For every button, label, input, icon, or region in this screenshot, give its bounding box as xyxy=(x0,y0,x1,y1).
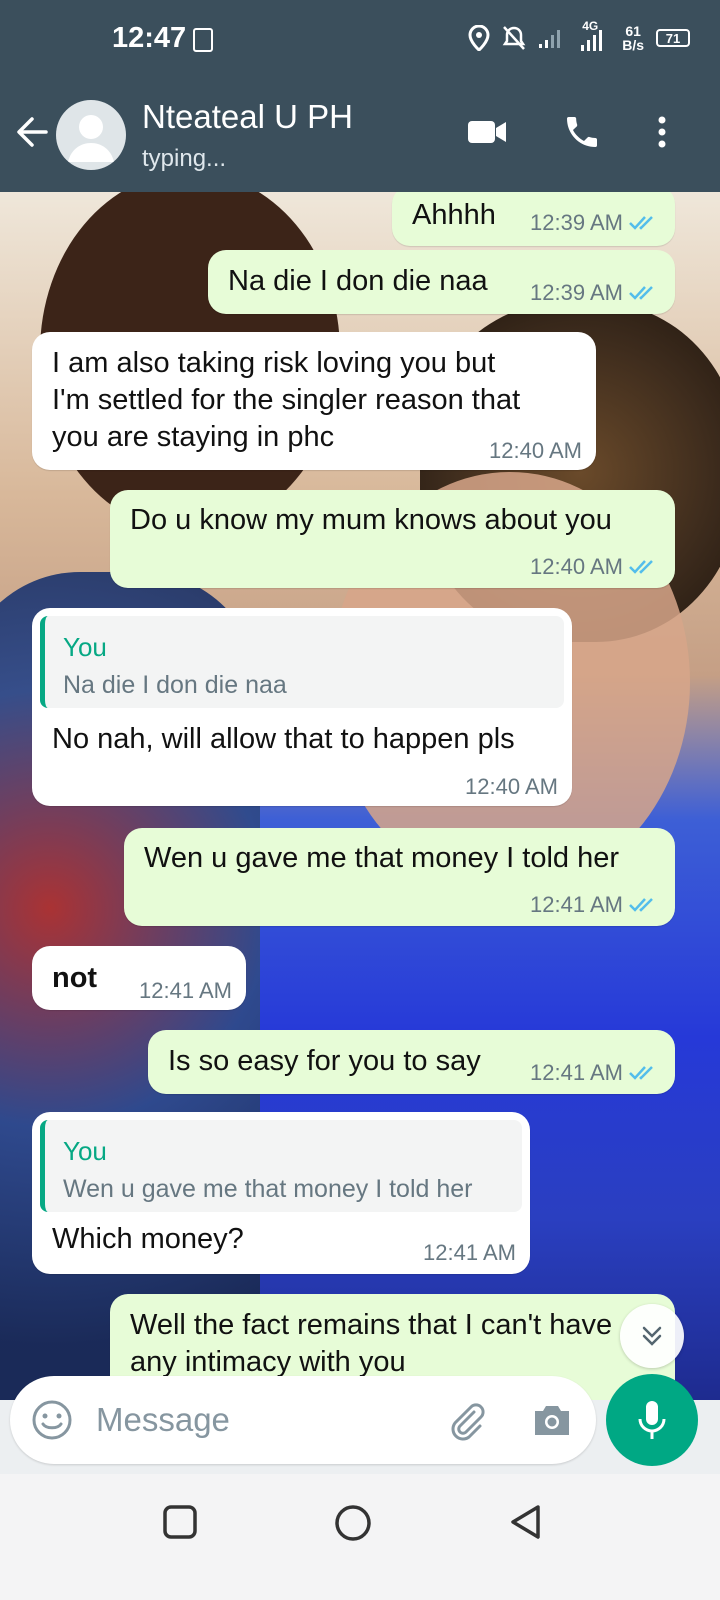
quote-author: You xyxy=(63,632,107,662)
message-bubble-incoming[interactable]: not 12:41 AM xyxy=(32,946,246,1010)
home-circle-icon[interactable] xyxy=(334,1504,372,1542)
double-check-icon xyxy=(629,216,653,230)
message-bubble-outgoing[interactable]: Is so easy for you to say 12:41 AM xyxy=(148,1030,675,1094)
mute-bell-icon xyxy=(502,26,526,50)
message-time: 12:40 AM xyxy=(530,554,623,579)
message-line: Well the fact remains that I can't have xyxy=(130,1309,613,1341)
microphone-icon xyxy=(638,1401,666,1439)
quote-text: Na die I don die naa xyxy=(63,671,287,699)
message-text: No nah, will allow that to happen pls xyxy=(52,723,515,755)
message-bubble-outgoing[interactable]: Wen u gave me that money I told her 12:4… xyxy=(124,828,675,926)
recents-square-icon[interactable] xyxy=(162,1504,198,1540)
chat-header: Nteateal U PH typing... xyxy=(0,80,720,192)
status-icons: 4G 61 B/s 71 xyxy=(468,19,690,53)
chat-area[interactable]: Ahhhh 12:39 AM Na die I don die naa 12:3… xyxy=(0,192,720,1400)
message-time: 12:39 AM xyxy=(530,280,623,305)
message-time: 12:41 AM xyxy=(423,1240,516,1265)
voice-record-button[interactable] xyxy=(606,1374,698,1466)
message-time: 12:39 AM xyxy=(530,210,623,235)
message-text: Do u know my mum knows about you xyxy=(130,504,612,536)
contact-name[interactable]: Nteateal U PH xyxy=(142,98,353,136)
message-time: 12:40 AM xyxy=(465,774,558,799)
message-bubble-outgoing[interactable]: Ahhhh 12:39 AM xyxy=(392,192,675,246)
scroll-to-bottom-button[interactable] xyxy=(620,1304,684,1368)
message-text: Which money? xyxy=(52,1223,244,1255)
video-call-icon[interactable] xyxy=(466,112,508,152)
emoji-icon[interactable] xyxy=(30,1398,74,1442)
message-text: Wen u gave me that money I told her xyxy=(144,842,620,874)
default-avatar-icon xyxy=(68,115,114,162)
sim-card-icon xyxy=(193,28,213,52)
signal-icon xyxy=(539,30,561,48)
status-time: 12:47 xyxy=(112,22,187,54)
message-text: not xyxy=(52,962,98,994)
message-input[interactable]: Message xyxy=(96,1401,230,1439)
double-chevron-down-icon xyxy=(642,1326,662,1346)
avatar[interactable] xyxy=(56,100,126,170)
quote-text: Wen u gave me that money I told her xyxy=(63,1175,473,1203)
message-time: 12:41 AM xyxy=(530,892,623,917)
network-speed: 61 B/s xyxy=(622,23,644,53)
quoted-message[interactable]: You Wen u gave me that money I told her xyxy=(40,1120,522,1212)
double-check-icon xyxy=(629,286,653,300)
message-line: I'm settled for the singler reason that xyxy=(52,384,521,416)
double-check-icon xyxy=(629,1066,653,1080)
battery-icon: 71 xyxy=(656,29,690,47)
message-text: Is so easy for you to say xyxy=(168,1045,481,1077)
voice-call-icon[interactable] xyxy=(562,112,602,152)
double-check-icon xyxy=(629,898,653,912)
back-arrow-icon[interactable] xyxy=(14,114,50,150)
back-triangle-icon[interactable] xyxy=(508,1504,544,1540)
message-time: 12:40 AM xyxy=(489,438,582,463)
message-text: Na die I don die naa xyxy=(228,265,488,297)
message-line: I am also taking risk loving you but xyxy=(52,347,496,379)
message-bubble-outgoing[interactable]: Do u know my mum knows about you 12:40 A… xyxy=(110,490,675,588)
location-icon xyxy=(468,25,490,51)
more-options-icon[interactable] xyxy=(652,112,672,152)
quoted-message[interactable]: You Na die I don die naa xyxy=(40,616,564,708)
camera-icon[interactable] xyxy=(530,1398,574,1442)
message-bubble-outgoing[interactable]: Na die I don die naa 12:39 AM xyxy=(208,250,675,314)
quote-author: You xyxy=(63,1136,107,1166)
message-line: you are staying in phc xyxy=(52,421,335,453)
message-time: 12:41 AM xyxy=(139,978,232,1003)
message-bubble-incoming[interactable]: I am also taking risk loving you but I'm… xyxy=(32,332,596,470)
message-time: 12:41 AM xyxy=(530,1060,623,1085)
message-bubble-incoming-reply[interactable]: You Na die I don die naa No nah, will al… xyxy=(32,608,572,806)
double-check-icon xyxy=(629,560,653,574)
attach-icon[interactable] xyxy=(444,1398,488,1442)
message-composer[interactable]: Message xyxy=(10,1376,596,1464)
message-text: Ahhhh xyxy=(412,199,496,231)
system-navigation-bar xyxy=(0,1474,720,1600)
message-bubble-incoming-reply[interactable]: You Wen u gave me that money I told her … xyxy=(32,1112,530,1274)
status-bar: 12:47 4G 61 B/s 71 xyxy=(0,0,720,80)
signal-4g-icon: 4G xyxy=(580,19,610,51)
contact-status: typing... xyxy=(142,145,227,172)
